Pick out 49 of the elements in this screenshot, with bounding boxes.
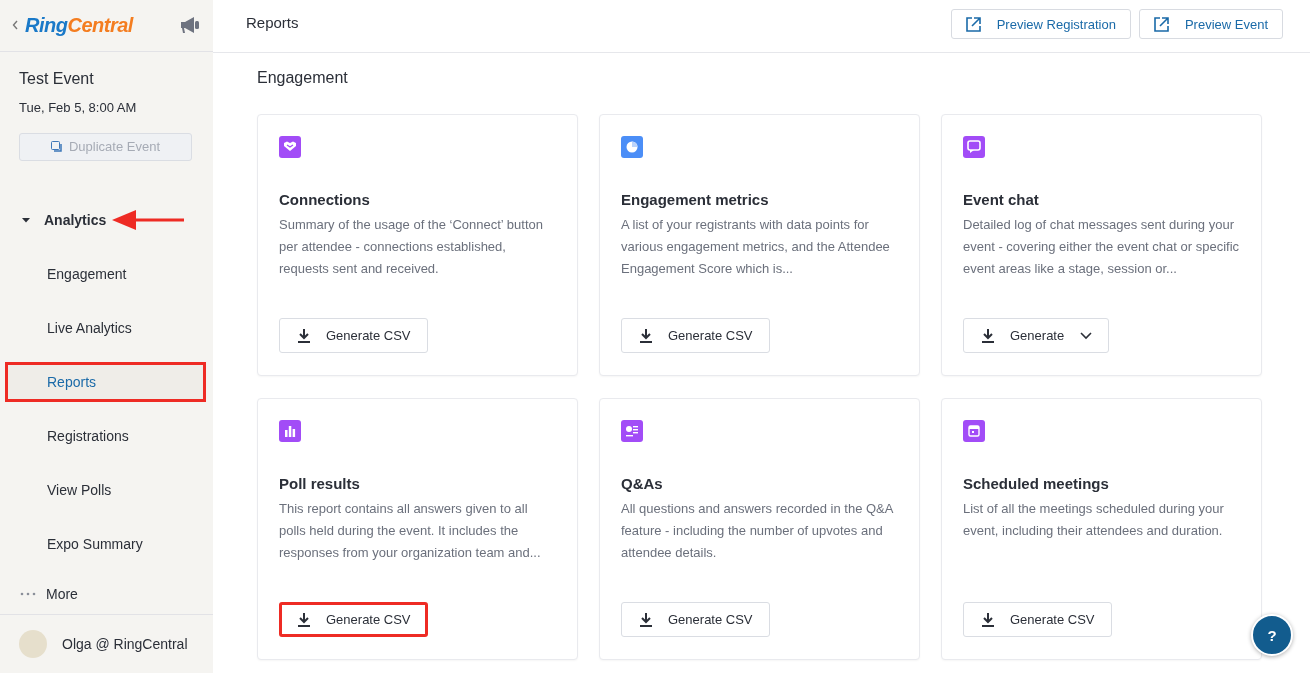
caret-down-icon[interactable]	[22, 216, 30, 225]
more-item[interactable]: More	[46, 585, 78, 602]
more-dots-icon	[20, 591, 36, 596]
download-icon	[982, 328, 994, 343]
card-title: Connections	[279, 191, 371, 208]
nav-item[interactable]: Reports	[5, 361, 206, 402]
generate-button[interactable]: Generate CSV	[279, 602, 428, 637]
section-title: Engagement	[257, 69, 349, 87]
card-title: Event chat	[963, 191, 1040, 208]
download-icon	[640, 328, 652, 343]
card-description: Detailed log of chat messages sent during your event - covering either the event chat or specific event areas like a stage, session or...	[963, 216, 1240, 278]
download-icon	[982, 612, 994, 627]
card-title: Poll results	[279, 475, 361, 492]
generate-button[interactable]: Generate CSV	[621, 318, 770, 353]
chevron-down-icon	[1080, 331, 1093, 340]
event-title: Test Event	[19, 69, 95, 88]
megaphone-icon[interactable]	[179, 16, 201, 35]
generate-button[interactable]: Generate	[963, 318, 1110, 353]
copy-icon	[50, 140, 63, 153]
card-description: Summary of the usage of the ‘Connect’ button per attendee - connections established, requests sent and received.	[279, 216, 544, 278]
download-icon	[298, 328, 310, 343]
event-date: Tue, Feb 5, 8:00 AM	[19, 99, 138, 115]
generate-button[interactable]: Generate CSV	[279, 318, 428, 353]
generate-button[interactable]: Generate CSV	[621, 602, 770, 637]
page-title: Reports	[246, 13, 300, 31]
nav-item[interactable]: Engagement	[5, 253, 206, 294]
card-description: All questions and answers recorded in the Q&A feature - including the number of upvotes and attendee details.	[621, 500, 895, 562]
nav-item[interactable]: Expo Summary	[5, 523, 206, 564]
preview-button[interactable]: Preview Event	[1138, 9, 1283, 39]
generate-button[interactable]: Generate CSV	[963, 602, 1112, 637]
external-link-icon	[1153, 16, 1169, 32]
analytics-section-label[interactable]: Analytics	[44, 212, 107, 229]
external-link-icon	[965, 16, 981, 32]
download-icon	[298, 612, 310, 627]
card-description: A list of your registrants with data points for various engagement metrics, and the Attendee Engagement Score which is...	[621, 216, 891, 278]
card-description: List of all the meetings scheduled during your event, including their attendees and duration.	[963, 500, 1225, 540]
nav-item[interactable]: View Polls	[5, 469, 206, 510]
back-chevron-icon[interactable]	[12, 20, 19, 31]
download-icon	[640, 612, 652, 627]
nav-item[interactable]: Registrations	[5, 415, 206, 456]
preview-button[interactable]: Preview Registration	[950, 9, 1131, 39]
card-title: Q&As	[621, 475, 664, 492]
card-title: Engagement metrics	[621, 191, 770, 208]
card-title: Scheduled meetings	[963, 475, 1110, 492]
nav-item[interactable]: Live Analytics	[5, 307, 206, 348]
card-description: This report contains all answers given to all polls held during the event. It includes the responses from your organization team and...	[279, 500, 542, 562]
user-name[interactable]: Olga @ RingCentral	[62, 635, 188, 652]
help-button[interactable]: ?	[1251, 614, 1293, 656]
logo: RingCentral	[25, 13, 135, 37]
